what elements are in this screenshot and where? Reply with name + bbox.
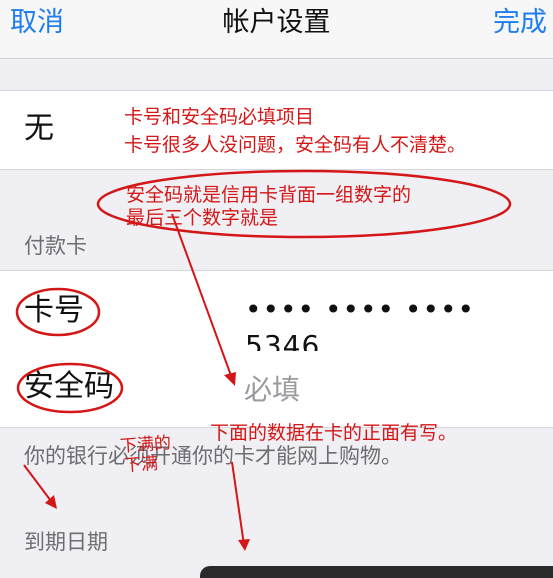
arrow-to-expiry-field [231, 461, 245, 546]
card-number-circle [15, 287, 101, 337]
arrow-to-security-code [171, 213, 234, 382]
annotation-scribble-2: 下满 [123, 453, 159, 477]
annotation-security-explain-line2: 最后三个数字就是 [126, 207, 279, 229]
arrow-head-expiry [45, 495, 57, 509]
security-code-circle [16, 362, 124, 414]
annotation-front-note: 下面的数据在卡的正面有写。 [210, 422, 458, 444]
annotation-required-line2: 卡号很多人没问题，安全码有人不清楚。 [124, 134, 467, 156]
annotation-required-line1: 卡号和安全码必填项目 [124, 106, 315, 128]
annotation-overlay [15, 169, 512, 551]
arrow-head-security-code [224, 372, 236, 386]
arrow-head-expiry-field [238, 539, 250, 551]
